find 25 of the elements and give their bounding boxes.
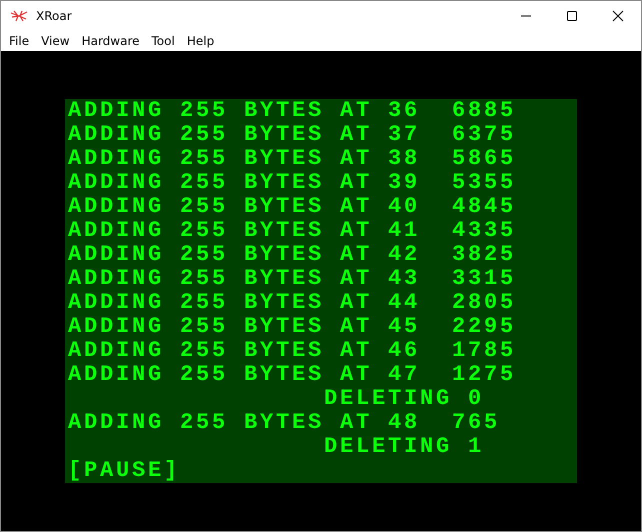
screen-text-line: ADDING 255 BYTES AT 37 6375 (67, 123, 516, 147)
screen-text-line: [PAUSE] (67, 459, 180, 483)
screen-text-line: DELETING 1 (323, 435, 484, 459)
close-icon (612, 10, 624, 22)
screen-text-line: ADDING 255 BYTES AT 42 3825 (67, 243, 516, 267)
menu-item[interactable]: Tool (146, 31, 181, 51)
screen-text-line: ADDING 255 BYTES AT 43 3315 (67, 267, 516, 291)
screen-text-line: ADDING 255 BYTES AT 40 4845 (67, 195, 516, 219)
screen-text-line: ADDING 255 BYTES AT 44 2805 (67, 291, 516, 315)
screen-text-line: ADDING 255 BYTES AT 46 1785 (67, 339, 516, 363)
maximize-icon (566, 10, 578, 22)
screen-text-line: ADDING 255 BYTES AT 45 2295 (67, 315, 516, 339)
menu-item[interactable]: Hardware (76, 31, 146, 51)
screen-text-line: ADDING 255 BYTES AT 47 1275 (67, 363, 516, 387)
screen-text-line: DELETING 0 (323, 387, 484, 411)
screen-text-line: ADDING 255 BYTES AT 41 4335 (67, 219, 516, 243)
screen-text-line: ADDING 255 BYTES AT 48 765 (67, 411, 500, 435)
app-logo-icon (10, 10, 28, 22)
menu-item[interactable]: File (3, 31, 36, 51)
window-title: XRoar (36, 9, 72, 23)
menu-item[interactable]: Help (180, 31, 220, 51)
screen-text-line: ADDING 255 BYTES AT 39 5355 (67, 171, 516, 195)
menu-item[interactable]: View (35, 31, 76, 51)
screen-text-line: ADDING 255 BYTES AT 38 5865 (67, 147, 516, 171)
screen-text-line: ADDING 255 BYTES AT 36 6885 (67, 99, 516, 123)
